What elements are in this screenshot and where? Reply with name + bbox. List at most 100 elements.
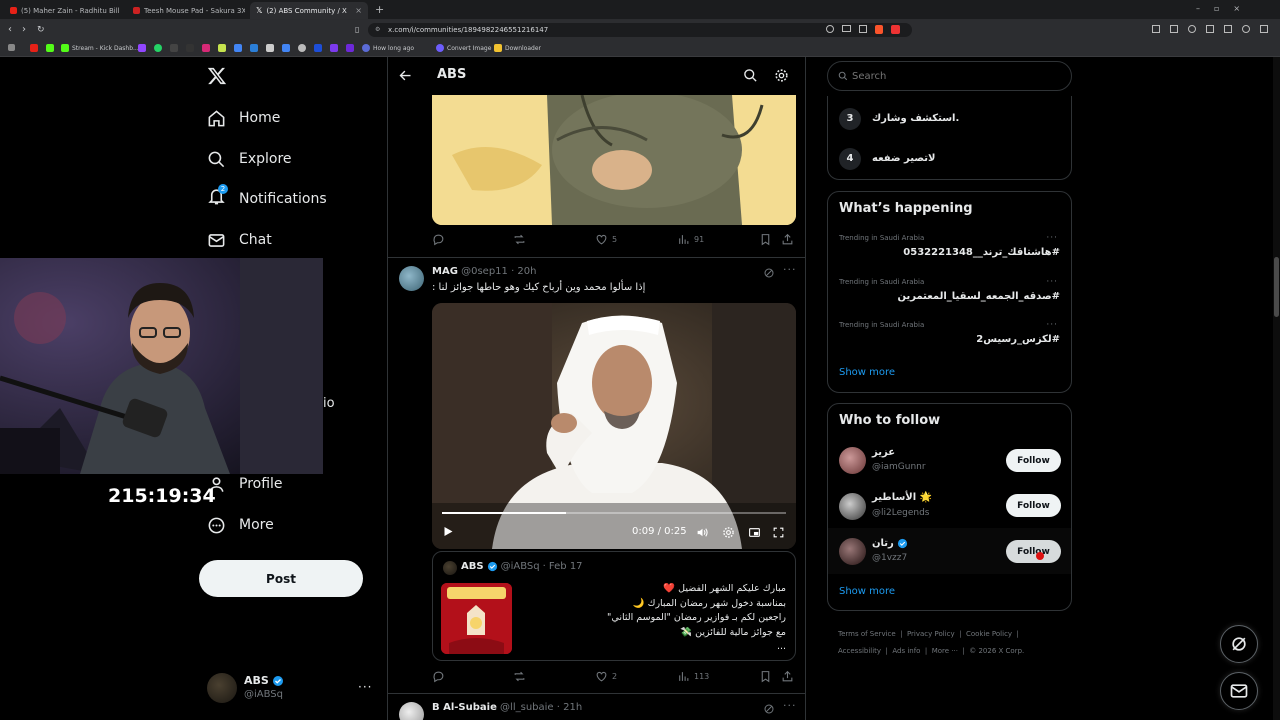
vpn-icon[interactable] [1242, 25, 1250, 33]
tab-abs-community[interactable]: 𝕏 (2) ABS Community / X × [250, 2, 368, 19]
bookmark-youtube[interactable] [30, 44, 41, 52]
reply-button[interactable] [432, 670, 449, 683]
account-avatar[interactable] [207, 673, 237, 703]
bookmark-purple[interactable] [346, 44, 357, 52]
footer-link[interactable]: Terms of Service [838, 630, 896, 638]
trend-item[interactable]: #صدقه_الجمعه_لسقيا_المعتمرين [898, 291, 1061, 302]
follow-show-more[interactable]: Show more [839, 586, 895, 597]
bookmark-downloader[interactable]: Downloader [494, 44, 541, 52]
zoom-icon[interactable] [826, 25, 834, 33]
bookmark-instagram[interactable] [202, 44, 213, 52]
screenshot-icon[interactable] [1170, 25, 1178, 33]
bookmark-kick-dashboard[interactable]: Stream - Kick Dashb... [61, 44, 139, 52]
user-handle[interactable]: @li2Legends [872, 508, 929, 518]
author-name[interactable]: B Al-Subaie [432, 702, 497, 713]
apps-icon[interactable] [8, 44, 18, 51]
forward-icon[interactable]: › [22, 24, 26, 36]
bookmark-blue[interactable] [314, 44, 325, 52]
back-icon[interactable]: ‹ [8, 24, 12, 36]
tab-teesh[interactable]: Teesh Mouse Pad - Sakura 3XL - Teesh [127, 2, 245, 19]
tweet-time[interactable]: · 21h [557, 702, 582, 713]
share-icon[interactable] [859, 25, 867, 33]
extensions-icon[interactable] [1152, 25, 1160, 33]
x-logo[interactable] [207, 66, 227, 86]
bookmark-translate[interactable] [282, 44, 293, 52]
pip-icon[interactable] [748, 526, 761, 539]
user-name[interactable]: رتان [872, 538, 908, 549]
bookmark-page-icon[interactable]: ▯ [355, 24, 359, 36]
tweet-menu-icon[interactable]: ··· [783, 699, 797, 712]
footer-link[interactable]: Cookie Policy [966, 630, 1012, 638]
messages-button[interactable] [1220, 672, 1258, 710]
new-tab-button[interactable]: + [375, 3, 384, 16]
nav-home[interactable]: Home [207, 106, 280, 130]
close-tab-icon[interactable]: × [351, 6, 362, 15]
repost-button[interactable] [513, 670, 530, 683]
brave-shield-icon[interactable] [875, 25, 883, 34]
bookmark-twitch[interactable] [138, 44, 149, 52]
play-icon[interactable] [442, 525, 454, 538]
follow-button[interactable]: Follow [1006, 449, 1061, 472]
bookmark-tiktok[interactable] [186, 44, 197, 52]
nav-explore[interactable]: Explore [207, 147, 292, 171]
back-arrow-icon[interactable] [398, 68, 413, 83]
page-scrollbar[interactable] [1273, 57, 1280, 720]
bookmark-how-long-ago[interactable]: How long ago [362, 44, 414, 52]
footer-link[interactable]: Ads info [892, 647, 920, 655]
user-handle[interactable]: @1vzz7 [872, 553, 907, 563]
video-settings-icon[interactable] [722, 526, 735, 539]
bookmark-icon[interactable] [759, 233, 772, 246]
rule-text[interactable]: .استكشف وشارك [872, 113, 959, 124]
bookmark-kick[interactable] [46, 44, 57, 52]
views-button[interactable]: 91 [677, 233, 704, 246]
views-button[interactable]: 113 [677, 670, 709, 683]
bookmark-dollar[interactable] [330, 44, 341, 52]
user-avatar[interactable] [839, 493, 866, 520]
nav-profile[interactable]: Profile [207, 472, 283, 496]
bookmark-github[interactable] [298, 44, 309, 52]
tweet-time[interactable]: · 20h [511, 266, 536, 277]
bookmark-doc[interactable] [266, 44, 277, 52]
like-button[interactable]: 2 [595, 670, 617, 683]
bookmark-gemini[interactable] [234, 44, 245, 52]
trend-menu-icon[interactable]: ··· [1046, 320, 1058, 330]
nav-more[interactable]: More [207, 513, 274, 537]
reload-icon[interactable]: ↻ [37, 24, 45, 36]
gear-icon[interactable] [774, 68, 789, 83]
user-avatar[interactable] [839, 538, 866, 565]
nav-chat[interactable]: Chat [207, 228, 272, 252]
search-box[interactable] [827, 61, 1072, 91]
sidebar-icon[interactable] [1206, 25, 1214, 33]
trend-item[interactable]: #هاشتاقك_ترند__0532221348 [903, 247, 1060, 258]
tab-maher-zain[interactable]: (5) Maher Zain - Radhitu Billahi Rabba [4, 2, 120, 19]
bookmark-convert-image[interactable]: Convert Image [436, 44, 491, 52]
trends-show-more[interactable]: Show more [839, 367, 895, 378]
bookmark-icon[interactable] [759, 670, 772, 683]
author-avatar[interactable] [399, 702, 424, 720]
account-menu-icon[interactable]: ··· [358, 680, 372, 694]
footer-link[interactable]: Privacy Policy [907, 630, 955, 638]
grok-icon[interactable] [763, 703, 775, 715]
trend-menu-icon[interactable]: ··· [1046, 233, 1058, 243]
bookmark-chat[interactable] [218, 44, 229, 52]
grok-button[interactable] [1220, 625, 1258, 663]
share-icon[interactable] [781, 670, 794, 683]
author-handle[interactable]: @0sep11 [461, 266, 508, 277]
user-name[interactable]: عزيز [872, 447, 895, 458]
user-avatar[interactable] [839, 447, 866, 474]
user-name[interactable]: الأساطير 🌟 [872, 492, 932, 503]
menu-icon[interactable] [1260, 25, 1268, 33]
tweet-menu-icon[interactable]: ··· [783, 263, 797, 276]
wallet-icon[interactable] [1224, 25, 1232, 33]
author-handle[interactable]: @ll_subaie [500, 702, 554, 713]
video-progress-track[interactable] [442, 512, 786, 514]
brave-rewards-icon[interactable] [891, 25, 900, 34]
quoted-tweet[interactable]: ABS @iABSq · Feb 17 مبارك عليكم الشهر ال… [432, 551, 796, 661]
footer-link[interactable]: Accessibility [838, 647, 881, 655]
trend-menu-icon[interactable]: ··· [1046, 277, 1058, 287]
scrollbar-thumb[interactable] [1274, 257, 1279, 317]
author-name[interactable]: MAG [432, 266, 458, 277]
follow-button[interactable]: Follow [1006, 494, 1061, 517]
music-icon[interactable] [1188, 25, 1196, 33]
post-button[interactable]: Post [199, 560, 363, 597]
